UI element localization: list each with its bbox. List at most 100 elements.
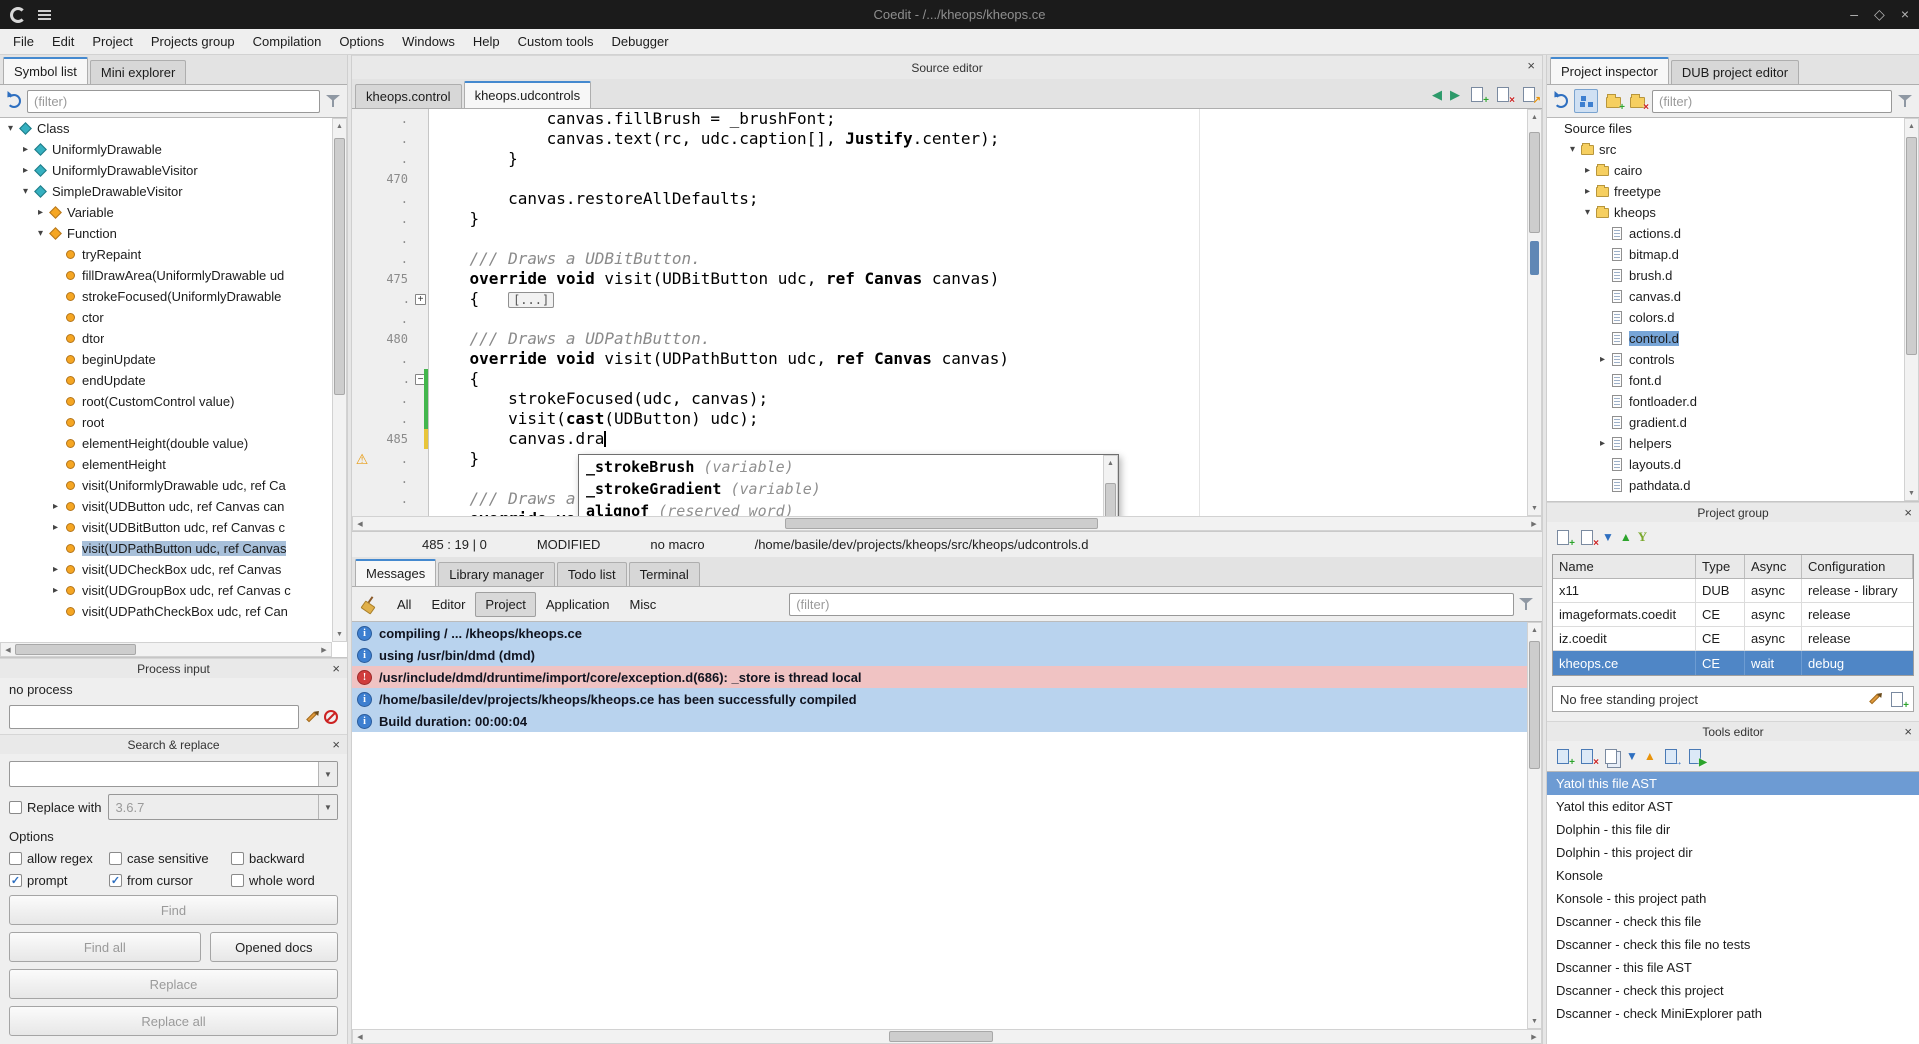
scroll-track[interactable] (1104, 470, 1117, 516)
refresh-icon[interactable] (1554, 94, 1568, 108)
code-line[interactable]: . override void visit(UDPathButton udc, … (352, 349, 1527, 369)
filter-funnel-icon[interactable] (1898, 94, 1912, 108)
replace-all-button[interactable]: Replace all (9, 1006, 338, 1036)
checkbox-prompt[interactable]: ✓prompt (9, 873, 109, 888)
file-item[interactable]: control.d (1547, 328, 1904, 349)
file-item[interactable]: ▸controls (1547, 349, 1904, 370)
tool-item[interactable]: Dolphin - this file dir (1547, 818, 1919, 841)
collapse-icon[interactable]: ▾ (34, 228, 47, 239)
category-misc[interactable]: Misc (620, 592, 667, 617)
minimize-button[interactable]: – (1850, 6, 1858, 23)
file-item[interactable]: pathdata.d (1547, 475, 1904, 496)
code-line[interactable]: . strokeFocused(udc, canvas); (352, 389, 1527, 409)
scroll-thumb[interactable] (1105, 483, 1116, 516)
file-item[interactable]: gradient.d (1547, 412, 1904, 433)
pencil-icon[interactable] (1869, 694, 1880, 705)
replace-with-combo[interactable]: 3.6.7 ▼ (108, 794, 338, 820)
editor-tab-kheops-udcontrols[interactable]: kheops.udcontrols (464, 81, 592, 108)
move-project-down-icon[interactable]: ▼ (1602, 531, 1614, 543)
tool-item[interactable]: Dscanner - this file AST (1547, 956, 1919, 979)
scroll-arrow-icon[interactable]: ◀ (1, 643, 15, 656)
completion-item[interactable]: _strokeBrush (variable) (580, 456, 1102, 478)
expand-icon[interactable]: ▸ (34, 207, 47, 218)
maximize-button[interactable]: ◇ (1874, 6, 1885, 23)
editor-vscroll[interactable]: ▲▼ (1527, 109, 1542, 516)
file-item[interactable]: Source files (1547, 118, 1904, 139)
scroll-arrow-icon[interactable]: ▶ (317, 643, 331, 656)
titlebar-menu-icon[interactable] (38, 14, 51, 16)
menu-projects-group[interactable]: Projects group (142, 30, 244, 53)
close-button[interactable]: × (1901, 6, 1909, 23)
code-line[interactable]: . canvas.text(rc, udc.caption[], Justify… (352, 129, 1527, 149)
symbol-item[interactable]: visit(UniformlyDrawable udc, ref Ca (0, 475, 332, 496)
code-line[interactable]: 480 /// Draws a UDPathButton. (352, 329, 1527, 349)
code-line[interactable]: .+ { [...] (352, 289, 1527, 309)
code-line[interactable]: . canvas.fillBrush = _brushFont; (352, 109, 1527, 129)
symbol-item[interactable]: ▸visit(UDBitButton udc, ref Canvas c (0, 517, 332, 538)
tree-view-toggle[interactable] (1574, 89, 1598, 113)
symbol-item[interactable]: strokeFocused(UniformlyDrawable (0, 286, 332, 307)
file-item[interactable]: brush.d (1547, 265, 1904, 286)
code-line[interactable]: . (352, 309, 1527, 329)
messages-vscroll[interactable]: ▲▼ (1527, 622, 1542, 1029)
symbol-item[interactable]: ▸UniformlyDrawableVisitor (0, 160, 332, 181)
move-tool-up-icon[interactable]: ▲ (1644, 750, 1656, 762)
scroll-arrow-icon[interactable]: ▼ (333, 627, 346, 641)
scroll-arrow-icon[interactable]: ◀ (353, 517, 367, 530)
editor-tab-kheops-control[interactable]: kheops.control (355, 84, 462, 108)
file-item[interactable]: ▸freetype (1547, 181, 1904, 202)
checkbox-allow-regex[interactable]: allow regex (9, 851, 109, 866)
tab-terminal[interactable]: Terminal (629, 562, 700, 586)
remove-tool-icon[interactable]: × (1578, 747, 1596, 765)
menu-edit[interactable]: Edit (43, 30, 83, 53)
menu-custom-tools[interactable]: Custom tools (509, 30, 603, 53)
file-item[interactable]: colors.d (1547, 307, 1904, 328)
message-row[interactable]: !/usr/include/dmd/druntime/import/core/e… (352, 666, 1527, 688)
code-line[interactable]: 475 override void visit(UDBitButton udc,… (352, 269, 1527, 289)
menu-file[interactable]: File (4, 30, 43, 53)
run-tool-icon[interactable]: ▶ (1686, 747, 1704, 765)
find-all-button[interactable]: Find all (9, 932, 201, 962)
symbol-item[interactable]: root (0, 412, 332, 433)
code-line[interactable]: .− { (352, 369, 1527, 389)
code-line[interactable]: . canvas.restoreAllDefaults; (352, 189, 1527, 209)
code-line[interactable]: . visit(cast(UDButton) udc); (352, 409, 1527, 429)
go-forward-icon[interactable]: ▶ (1450, 88, 1460, 101)
column-header-type[interactable]: Type (1696, 555, 1745, 578)
category-application[interactable]: Application (536, 592, 620, 617)
add-free-project-icon[interactable]: + (1888, 690, 1906, 708)
scroll-thumb[interactable] (15, 644, 136, 655)
code-line[interactable]: 485 canvas.dra (352, 429, 1527, 449)
symbol-item[interactable]: tryRepaint (0, 244, 332, 265)
close-panel-icon[interactable]: × (1904, 723, 1912, 740)
collapse-icon[interactable]: ▾ (1566, 144, 1579, 155)
symbol-item[interactable]: ▾SimpleDrawableVisitor (0, 181, 332, 202)
message-row[interactable]: i/home/basile/dev/projects/kheops/kheops… (352, 688, 1527, 710)
tool-item[interactable]: Konsole (1547, 864, 1919, 887)
scroll-thumb[interactable] (1906, 137, 1917, 356)
expand-icon[interactable]: ▸ (1581, 186, 1594, 197)
fold-toggle-icon[interactable]: + (415, 294, 426, 305)
tool-item[interactable]: Dscanner - check this project (1547, 979, 1919, 1002)
filter-funnel-icon[interactable] (1519, 597, 1533, 611)
scroll-thumb[interactable] (785, 518, 1098, 529)
code-line[interactable]: 470 (352, 169, 1527, 189)
expand-icon[interactable]: ▸ (49, 564, 62, 575)
file-item[interactable]: actions.d (1547, 223, 1904, 244)
file-item[interactable]: fontloader.d (1547, 391, 1904, 412)
scroll-track[interactable] (1528, 637, 1541, 1014)
column-header-async[interactable]: Async (1745, 555, 1802, 578)
process-input-field[interactable] (9, 705, 299, 729)
file-item[interactable]: bitmap.d (1547, 244, 1904, 265)
checkbox-from-cursor[interactable]: ✓from cursor (109, 873, 231, 888)
checkbox-case-sensitive[interactable]: case sensitive (109, 851, 231, 866)
menu-debugger[interactable]: Debugger (603, 30, 678, 53)
file-item[interactable]: ▸cairo (1547, 160, 1904, 181)
expand-icon[interactable]: ▸ (49, 522, 62, 533)
scroll-arrow-icon[interactable]: ▶ (1527, 517, 1541, 530)
import-tool-icon[interactable]: → (1662, 747, 1680, 765)
file-item[interactable]: font.d (1547, 370, 1904, 391)
symbol-item[interactable]: ▸visit(UDCheckBox udc, ref Canvas (0, 559, 332, 580)
editor-hscroll[interactable]: ◀ ▶ (352, 516, 1542, 531)
clone-tool-icon[interactable] (1602, 747, 1620, 765)
